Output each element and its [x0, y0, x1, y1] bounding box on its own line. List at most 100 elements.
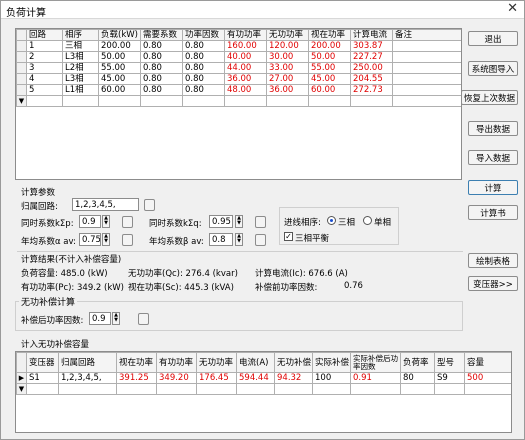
- cell[interactable]: 60.00: [308, 84, 351, 96]
- col-header[interactable]: 视在功率: [308, 29, 351, 41]
- transformer-button[interactable]: 变压器>>: [468, 276, 518, 291]
- cell[interactable]: S1: [26, 372, 59, 384]
- alpha-spinner[interactable]: ▲ ▼: [102, 233, 110, 246]
- col-header[interactable]: 有功功率: [224, 29, 267, 41]
- three-phase-label[interactable]: 三相: [338, 216, 355, 228]
- pf-after-button[interactable]: [138, 313, 149, 325]
- cell[interactable]: 80: [400, 372, 435, 384]
- cell[interactable]: L3相: [62, 73, 99, 85]
- import-data-button[interactable]: 导入数据: [468, 150, 518, 165]
- table-row[interactable]: ▶ S1 1,2,3,4,5, 391.25 349.20 176.45 594…: [16, 372, 511, 384]
- beta-spinner[interactable]: ▲ ▼: [235, 233, 243, 246]
- kp-button[interactable]: [122, 216, 133, 228]
- cell[interactable]: 55.00: [98, 62, 141, 74]
- new-row[interactable]: ▼: [16, 95, 461, 107]
- col-header[interactable]: 视在功率: [116, 352, 157, 373]
- cell[interactable]: 48.00: [224, 84, 267, 96]
- table-row[interactable]: 2 L3相 50.00 0.80 0.80 40.00 30.00 50.00 …: [16, 51, 461, 63]
- cell[interactable]: 250.00: [350, 62, 393, 74]
- balance-checkbox[interactable]: ✓: [284, 232, 293, 241]
- restore-last-button[interactable]: 恢复上次数据: [461, 90, 518, 105]
- cell[interactable]: 204.55: [350, 73, 393, 85]
- cell[interactable]: 160.00: [224, 40, 267, 52]
- row-selector[interactable]: [16, 40, 27, 52]
- beta-input[interactable]: 0.8: [209, 233, 233, 246]
- cell[interactable]: 272.73: [350, 84, 393, 96]
- cell[interactable]: 5: [26, 84, 63, 96]
- cell[interactable]: L2相: [62, 62, 99, 74]
- row-selector[interactable]: [16, 73, 27, 85]
- col-header[interactable]: 回路: [26, 29, 63, 41]
- col-header[interactable]: 功率因数: [182, 29, 225, 41]
- cell[interactable]: 0.91: [350, 372, 401, 384]
- table-row[interactable]: 3 L2相 55.00 0.80 0.80 44.00 33.00 55.00 …: [16, 62, 461, 74]
- cell[interactable]: 0.80: [182, 51, 225, 63]
- col-header[interactable]: 备注: [392, 29, 461, 41]
- col-header[interactable]: 容量: [464, 352, 511, 373]
- pf-after-input[interactable]: 0.9: [89, 312, 111, 325]
- comp-table[interactable]: 变压器 归属回路 视在功率 有功功率 无功功率 电流(A) 无功补偿 实际补偿 …: [15, 351, 512, 433]
- table-row[interactable]: 5 L1相 60.00 0.80 0.80 48.00 36.00 60.00 …: [16, 84, 461, 96]
- row-selector[interactable]: [16, 84, 27, 96]
- cell[interactable]: 303.87: [350, 40, 393, 52]
- cell[interactable]: 27.00: [266, 73, 309, 85]
- import-system-button[interactable]: 系统图导入: [468, 61, 518, 76]
- cell[interactable]: 0.80: [140, 40, 183, 52]
- cell[interactable]: 44.00: [224, 62, 267, 74]
- cell[interactable]: 120.00: [266, 40, 309, 52]
- cell[interactable]: 94.32: [274, 372, 313, 384]
- col-header[interactable]: 变压器: [26, 352, 59, 373]
- alpha-button[interactable]: [122, 234, 133, 246]
- cell[interactable]: L3相: [62, 51, 99, 63]
- new-row-icon[interactable]: ▼: [16, 95, 27, 107]
- close-icon[interactable]: ✕: [507, 1, 518, 16]
- cell[interactable]: [392, 51, 461, 63]
- cell[interactable]: 36.00: [224, 73, 267, 85]
- cell[interactable]: 100: [312, 372, 351, 384]
- single-phase-radio[interactable]: [363, 216, 372, 225]
- cell[interactable]: 349.20: [156, 372, 197, 384]
- cell[interactable]: 0.80: [182, 73, 225, 85]
- cell[interactable]: 50.00: [308, 51, 351, 63]
- cell[interactable]: 1,2,3,4,5,: [58, 372, 117, 384]
- col-header[interactable]: 计算电流: [350, 29, 393, 41]
- cell[interactable]: L1相: [62, 84, 99, 96]
- cell[interactable]: 45.00: [98, 73, 141, 85]
- col-header[interactable]: 实际补偿后功率因数: [350, 352, 401, 373]
- kq-input[interactable]: 0.95: [209, 215, 233, 228]
- col-header[interactable]: 负载(kW): [98, 29, 141, 41]
- cell[interactable]: 0.80: [140, 62, 183, 74]
- col-header[interactable]: 有功功率: [156, 352, 197, 373]
- pf-after-spinner[interactable]: ▲ ▼: [112, 312, 120, 325]
- col-header[interactable]: 无功补偿: [274, 352, 313, 373]
- cell[interactable]: 40.00: [224, 51, 267, 63]
- table-row[interactable]: 4 L3相 45.00 0.80 0.80 36.00 27.00 45.00 …: [16, 73, 461, 85]
- cell[interactable]: 0.80: [140, 84, 183, 96]
- cell[interactable]: 227.27: [350, 51, 393, 63]
- cell[interactable]: 594.44: [236, 372, 275, 384]
- cell[interactable]: 0.80: [182, 40, 225, 52]
- cell[interactable]: 60.00: [98, 84, 141, 96]
- cell[interactable]: 30.00: [266, 51, 309, 63]
- kp-input[interactable]: 0.9: [79, 215, 101, 228]
- kq-spinner[interactable]: ▲ ▼: [235, 215, 243, 228]
- export-data-button[interactable]: 导出数据: [468, 121, 518, 136]
- current-row-icon[interactable]: ▶: [16, 372, 27, 384]
- three-phase-radio[interactable]: [327, 216, 336, 225]
- balance-label[interactable]: 三相平衡: [295, 232, 329, 244]
- single-phase-label[interactable]: 单相: [374, 216, 391, 228]
- calculate-button[interactable]: 计算: [468, 180, 518, 195]
- col-header[interactable]: 实际补偿: [312, 352, 351, 373]
- table-row[interactable]: 1 三相 200.00 0.80 0.80 160.00 120.00 200.…: [16, 40, 461, 52]
- cell[interactable]: [392, 73, 461, 85]
- new-row[interactable]: ▼: [16, 383, 511, 395]
- cell[interactable]: 1: [26, 40, 63, 52]
- cell[interactable]: 0.80: [182, 62, 225, 74]
- row-selector[interactable]: [16, 51, 27, 63]
- col-header[interactable]: 归属回路: [58, 352, 117, 373]
- cell[interactable]: [392, 62, 461, 74]
- cell[interactable]: 391.25: [116, 372, 157, 384]
- exit-button[interactable]: 退出: [468, 31, 518, 46]
- kp-spinner[interactable]: ▲ ▼: [102, 215, 110, 228]
- cell[interactable]: 0.80: [140, 51, 183, 63]
